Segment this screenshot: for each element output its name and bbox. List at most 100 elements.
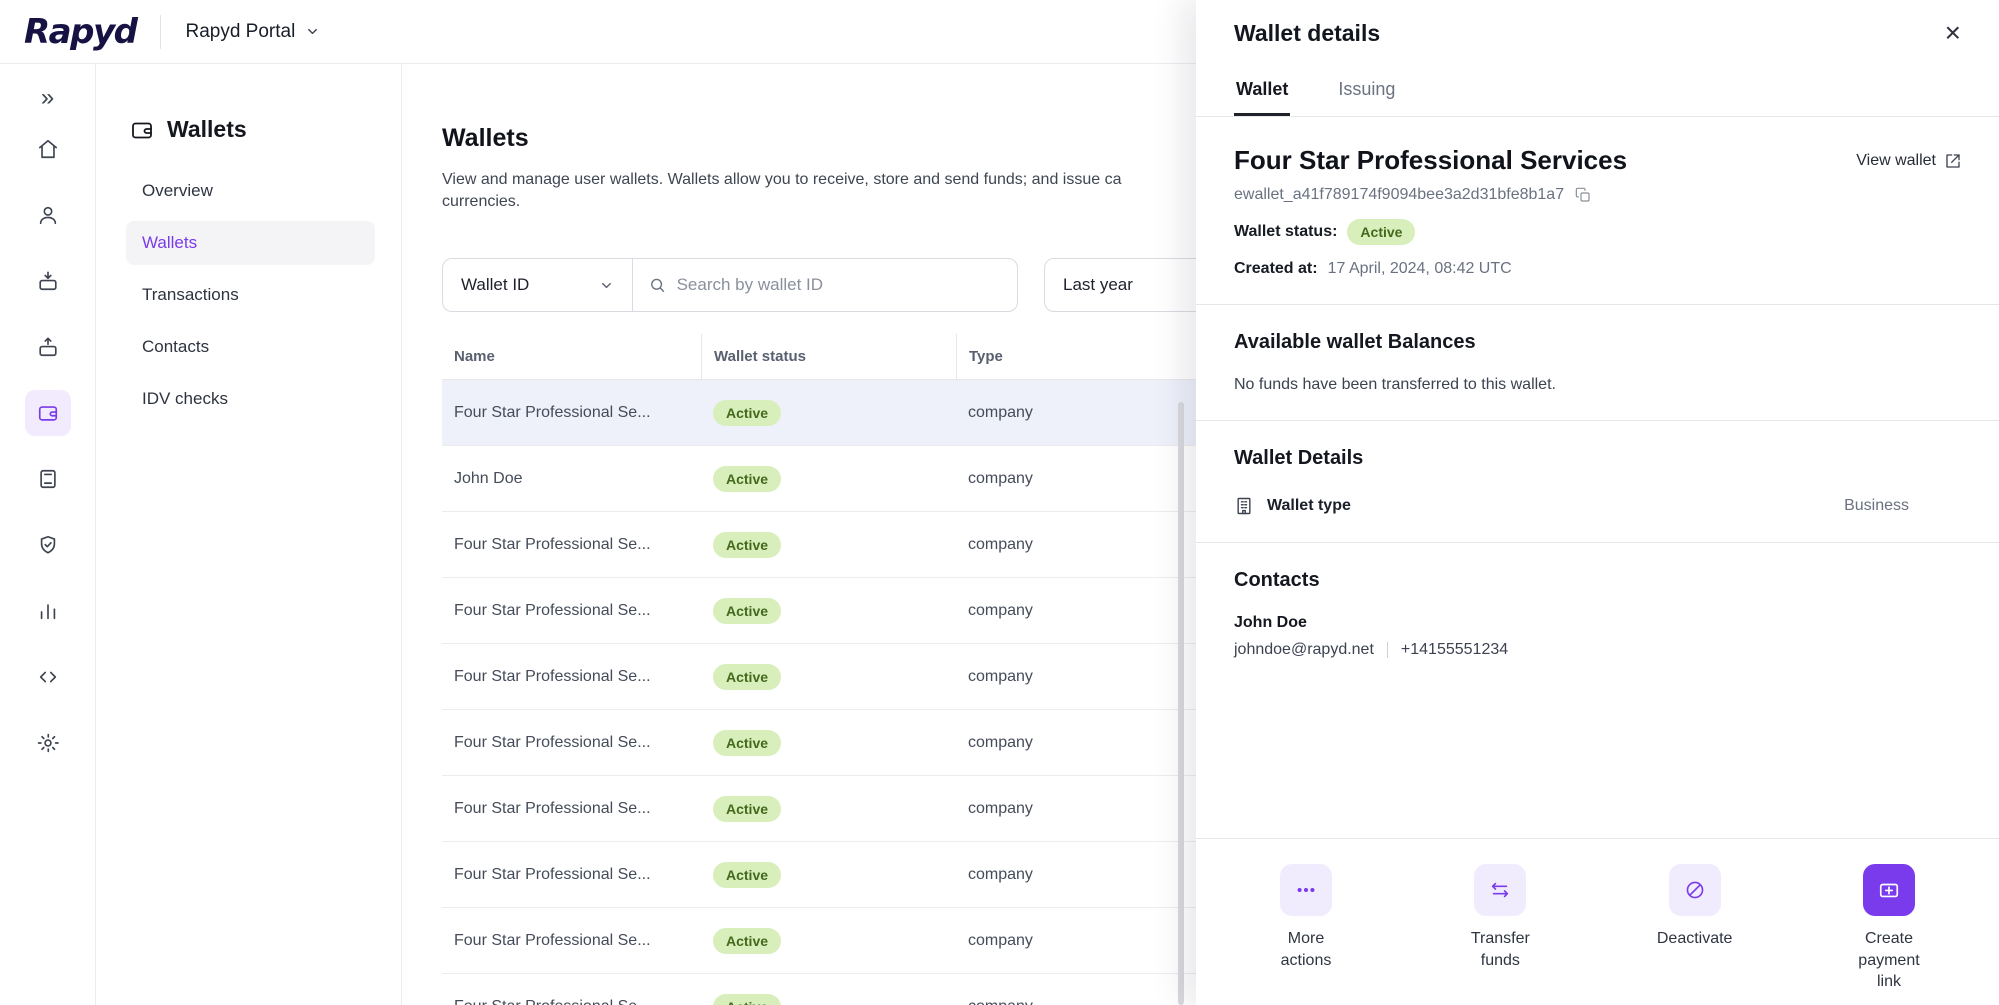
panel-actions: More actions Transfer funds Deactivate C…	[1196, 838, 1999, 1005]
create-payment-link-button[interactable]: Create payment link	[1834, 864, 1944, 1005]
wallet-status-badge: Active	[1347, 219, 1415, 245]
sidebar-title-label: Wallets	[167, 116, 247, 143]
card-terminal-icon[interactable]	[25, 456, 71, 502]
wallet-type-value: Business	[1844, 497, 1961, 515]
status-badge: Active	[713, 466, 781, 492]
tab-issuing[interactable]: Issuing	[1336, 66, 1397, 116]
status-badge: Active	[713, 796, 781, 822]
cell-status: Active	[701, 400, 956, 426]
cell-name: Four Star Professional Se...	[442, 734, 701, 752]
created-at-value: 17 April, 2024, 08:42 UTC	[1328, 260, 1512, 278]
cell-name: Four Star Professional Se...	[442, 998, 701, 1005]
status-badge: Active	[713, 400, 781, 426]
contact-details: johndoe@rapyd.net +14155551234	[1234, 641, 1961, 659]
divider	[1196, 304, 1999, 305]
cell-name: Four Star Professional Se...	[442, 602, 701, 620]
disburse-payouts-icon[interactable]	[25, 324, 71, 370]
create-payment-link-icon	[1863, 864, 1915, 916]
wallet-type-label: Wallet type	[1267, 497, 1351, 515]
divider	[1196, 420, 1999, 421]
wallet-id-filter-label: Wallet ID	[461, 275, 529, 295]
sidebar-item-contacts[interactable]: Contacts	[126, 325, 375, 369]
wallet-id-filter-select[interactable]: Wallet ID	[442, 258, 632, 312]
date-range-value: Last year	[1063, 275, 1133, 295]
deactivate-button[interactable]: Deactivate	[1640, 864, 1750, 1005]
transfer-funds-button[interactable]: Transfer funds	[1445, 864, 1555, 1005]
portal-switcher[interactable]: Rapyd Portal	[185, 21, 320, 43]
cell-status: Active	[701, 994, 956, 1005]
cell-status: Active	[701, 796, 956, 822]
developers-code-icon[interactable]	[25, 654, 71, 700]
wallet-id-value: ewallet_a41f789174f9094bee3a2d31bfe8b1a7	[1234, 186, 1564, 204]
cell-status: Active	[701, 466, 956, 492]
create-payment-link-label: Create payment link	[1849, 928, 1929, 993]
status-badge: Active	[713, 730, 781, 756]
wallet-icon	[130, 118, 154, 142]
sidebar-item-transactions[interactable]: Transactions	[126, 273, 375, 317]
status-badge: Active	[713, 928, 781, 954]
search-input[interactable]	[677, 275, 1001, 295]
main-scrollbar[interactable]	[1178, 402, 1184, 1005]
status-badge: Active	[713, 994, 781, 1005]
cell-status: Active	[701, 664, 956, 690]
external-link-icon	[1945, 153, 1961, 169]
expand-sidebar-icon[interactable]: »	[25, 78, 71, 118]
tab-wallet[interactable]: Wallet	[1234, 66, 1290, 116]
deactivate-label: Deactivate	[1655, 928, 1735, 950]
sidebar-item-wallets[interactable]: Wallets	[126, 221, 375, 265]
sidebar-item-overview[interactable]: Overview	[126, 169, 375, 213]
more-actions-icon	[1280, 864, 1332, 916]
contacts-icon[interactable]	[25, 192, 71, 238]
cell-name: Four Star Professional Se...	[442, 668, 701, 686]
more-actions-button[interactable]: More actions	[1251, 864, 1361, 1005]
wallet-status-label: Wallet status:	[1234, 223, 1337, 241]
column-header-wallet-status: Wallet status	[701, 334, 956, 379]
deactivate-icon	[1669, 864, 1721, 916]
reports-chart-icon[interactable]	[25, 588, 71, 634]
contact-phone: +14155551234	[1401, 641, 1508, 659]
cell-status: Active	[701, 598, 956, 624]
copy-icon[interactable]	[1575, 187, 1591, 203]
wallet-details-section-title: Wallet Details	[1234, 447, 1961, 470]
panel-header: Wallet details ×	[1196, 0, 1999, 66]
panel-title: Wallet details	[1234, 20, 1380, 47]
cell-status: Active	[701, 730, 956, 756]
cell-name: Four Star Professional Se...	[442, 866, 701, 884]
portal-label: Rapyd Portal	[185, 21, 295, 43]
balances-section-title: Available wallet Balances	[1234, 331, 1961, 354]
column-header-name: Name	[442, 334, 701, 379]
contact-email: johndoe@rapyd.net	[1234, 641, 1374, 659]
cell-status: Active	[701, 532, 956, 558]
status-badge: Active	[713, 598, 781, 624]
divider	[1196, 542, 1999, 543]
balances-empty-text: No funds have been transferred to this w…	[1234, 376, 1961, 394]
wallet-search-box	[632, 258, 1018, 312]
status-badge: Active	[713, 532, 781, 558]
contacts-section-title: Contacts	[1234, 569, 1961, 592]
collect-payments-icon[interactable]	[25, 258, 71, 304]
contact-name: John Doe	[1234, 614, 1961, 632]
panel-tabs: Wallet Issuing	[1196, 66, 1999, 117]
search-icon	[649, 276, 666, 294]
cell-name: Four Star Professional Se...	[442, 404, 701, 422]
settings-gear-icon[interactable]	[25, 720, 71, 766]
wallet-details-panel: Wallet details × Wallet Issuing Four Sta…	[1196, 0, 1999, 1005]
cell-status: Active	[701, 928, 956, 954]
compliance-shield-icon[interactable]	[25, 522, 71, 568]
wallets-icon[interactable]	[25, 390, 71, 436]
wallet-type-row: Wallet type Business	[1234, 496, 1961, 516]
transfer-funds-label: Transfer funds	[1460, 928, 1540, 971]
topbar-divider	[160, 15, 161, 49]
chevron-down-icon	[305, 24, 320, 39]
chevron-down-icon	[599, 278, 614, 293]
home-icon[interactable]	[25, 126, 71, 172]
cell-name: Four Star Professional Se...	[442, 932, 701, 950]
sidebar-item-idv-checks[interactable]: IDV checks	[126, 377, 375, 421]
icon-rail: »	[0, 64, 96, 1005]
sidebar-title: Wallets	[126, 116, 375, 143]
close-icon[interactable]: ×	[1945, 19, 1961, 47]
view-wallet-link[interactable]: View wallet	[1856, 152, 1961, 170]
panel-body: Four Star Professional Services View wal…	[1196, 117, 1999, 838]
view-wallet-label: View wallet	[1856, 152, 1936, 170]
rapyd-logo[interactable]: Rapyd	[24, 12, 136, 52]
